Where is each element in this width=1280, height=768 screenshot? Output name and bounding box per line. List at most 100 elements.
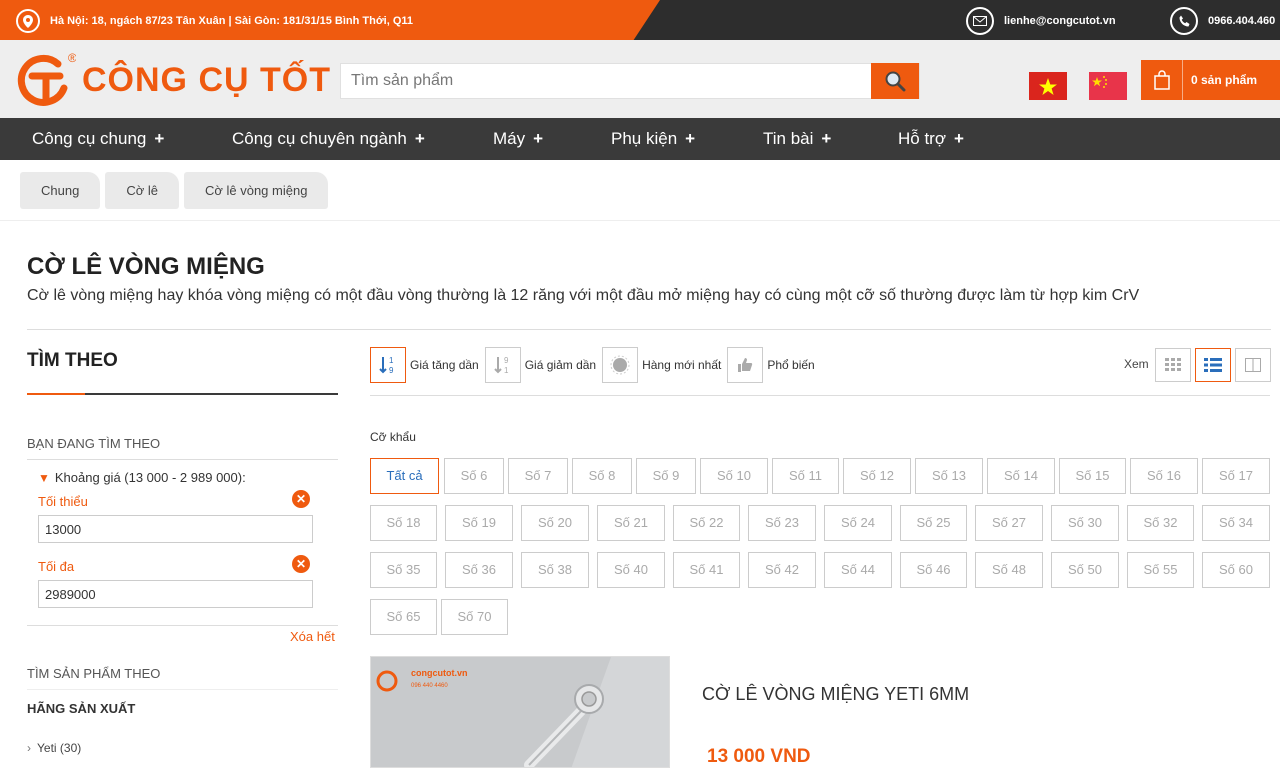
nav-label: Công cụ chuyên ngành: [232, 129, 407, 148]
size-chip[interactable]: Số 40: [597, 552, 665, 588]
size-chip[interactable]: Số 41: [673, 552, 740, 588]
size-chip[interactable]: Số 46: [900, 552, 967, 588]
category-description: Cờ lê vòng miệng hay khóa vòng miệng có …: [27, 287, 1140, 304]
sort-option-label[interactable]: Phổ biến: [767, 358, 814, 372]
size-chip[interactable]: Số 12: [843, 458, 911, 494]
size-chip[interactable]: Số 15: [1059, 458, 1126, 494]
clear-all-link[interactable]: Xóa hết: [290, 629, 335, 644]
breadcrumb-item[interactable]: Cờ lê: [105, 172, 179, 209]
size-chip[interactable]: Số 16: [1130, 458, 1198, 494]
product-price: 13 000 VND: [707, 746, 811, 767]
new-icon[interactable]: [602, 347, 639, 383]
sort-desc-icon[interactable]: 91: [484, 347, 521, 383]
sort-option-label[interactable]: Hàng mới nhất: [642, 358, 721, 372]
svg-text:1: 1: [389, 356, 394, 365]
size-chip[interactable]: Số 70: [441, 599, 508, 635]
brand-item-yeti[interactable]: › Yeti (30): [27, 741, 81, 755]
filter-icon: ▼: [38, 470, 50, 485]
nav-label: Phụ kiện: [611, 129, 678, 148]
search-input[interactable]: [341, 64, 871, 98]
grid-view-icon[interactable]: [1155, 348, 1191, 382]
size-chip[interactable]: Số 42: [748, 552, 816, 588]
size-chip[interactable]: Số 11: [772, 458, 839, 494]
sidebar-title: TÌM THEO: [27, 350, 118, 371]
size-chip[interactable]: Số 27: [975, 505, 1043, 541]
nav-label: Tin bài: [763, 129, 814, 148]
size-chip[interactable]: Số 18: [370, 505, 437, 541]
size-chip[interactable]: Tất cả: [370, 458, 439, 494]
size-chip[interactable]: Số 48: [975, 552, 1043, 588]
product-name[interactable]: CỜ LÊ VÒNG MIỆNG YETI 6MM: [702, 684, 969, 705]
nav-item-accessories[interactable]: Phụ kiện +: [611, 118, 695, 160]
size-chip[interactable]: Số 9: [636, 458, 696, 494]
size-chip[interactable]: Số 34: [1202, 505, 1270, 541]
min-price-field[interactable]: [38, 515, 313, 543]
search-box: [340, 63, 920, 99]
wrench-image: congcutot.vn 096 440 4460: [371, 657, 669, 767]
size-chip[interactable]: Số 35: [370, 552, 437, 588]
address-info: Hà Nội: 18, ngách 87/23 Tân Xuân | Sài G…: [16, 9, 413, 33]
svg-text:1: 1: [504, 366, 509, 375]
size-filter-label: Cỡ khẩu: [370, 430, 416, 444]
price-filter: ▼ Khoảng giá (13 000 - 2 989 000): Tối t…: [27, 459, 338, 626]
size-chip[interactable]: Số 44: [824, 552, 892, 588]
size-chip[interactable]: Số 55: [1127, 552, 1194, 588]
size-chip[interactable]: Số 60: [1202, 552, 1270, 588]
breadcrumb-item[interactable]: Chung: [20, 172, 101, 209]
size-chip[interactable]: Số 36: [445, 552, 513, 588]
divider: [0, 220, 1280, 221]
breadcrumb: Chung Cờ lê Cờ lê vòng miệng: [20, 172, 333, 209]
price-range-text: Khoảng giá (13 000 - 2 989 000):: [54, 470, 246, 485]
breadcrumb-item[interactable]: Cờ lê vòng miệng: [183, 172, 329, 209]
sort-option-label[interactable]: Giá tăng dần: [410, 358, 479, 372]
header: ® CÔNG CỤ TỐT 0 sản phẩm: [0, 40, 1280, 118]
size-chip[interactable]: Số 22: [673, 505, 740, 541]
email-contact[interactable]: lienhe@congcutot.vn: [966, 7, 1116, 35]
nav-item-specialized-tools[interactable]: Công cụ chuyên ngành +: [232, 118, 425, 160]
size-chip[interactable]: Số 10: [700, 458, 768, 494]
size-chip[interactable]: Số 38: [521, 552, 589, 588]
size-chip[interactable]: Số 21: [597, 505, 665, 541]
nav-item-support[interactable]: Hỗ trợ +: [898, 118, 964, 160]
size-chip[interactable]: Số 23: [748, 505, 816, 541]
size-chip[interactable]: Số 32: [1127, 505, 1194, 541]
column-view-icon[interactable]: [1235, 348, 1271, 382]
search-button[interactable]: [871, 63, 919, 99]
size-chip[interactable]: Số 19: [445, 505, 513, 541]
phone-contact[interactable]: 0966.404.460: [1170, 7, 1275, 35]
size-chip[interactable]: Số 24: [824, 505, 892, 541]
size-chip[interactable]: Số 25: [900, 505, 967, 541]
size-chip[interactable]: Số 65: [370, 599, 437, 635]
remove-min-icon[interactable]: ✕: [292, 490, 310, 508]
size-chip[interactable]: Số 6: [444, 458, 504, 494]
site-logo[interactable]: ® CÔNG CỤ TỐT: [14, 50, 331, 110]
china-flag-icon[interactable]: [1089, 72, 1127, 100]
size-chip[interactable]: Số 20: [521, 505, 589, 541]
nav-item-general-tools[interactable]: Công cụ chung +: [32, 118, 164, 160]
size-chip[interactable]: Số 13: [915, 458, 983, 494]
thumbs-up-icon[interactable]: [727, 347, 764, 383]
size-chip[interactable]: Số 14: [987, 458, 1055, 494]
nav-item-articles[interactable]: Tin bài +: [763, 118, 831, 160]
cart-button[interactable]: 0 sản phẩm: [1141, 60, 1280, 100]
sort-option-label[interactable]: Giá giảm dần: [525, 358, 596, 372]
plus-icon: +: [821, 129, 832, 148]
size-chip[interactable]: Số 7: [508, 458, 568, 494]
divider: [27, 329, 1271, 330]
search-icon: [885, 71, 906, 92]
email-text[interactable]: lienhe@congcutot.vn: [1004, 15, 1116, 27]
remove-max-icon[interactable]: ✕: [292, 555, 310, 573]
nav-item-machines[interactable]: Máy +: [493, 118, 543, 160]
shopping-bag-icon: [1141, 60, 1183, 100]
sort-asc-icon[interactable]: 19: [370, 347, 406, 383]
size-chip[interactable]: Số 50: [1051, 552, 1119, 588]
size-chip[interactable]: Số 30: [1051, 505, 1119, 541]
max-price-field[interactable]: [38, 580, 313, 608]
vietnam-flag-icon[interactable]: [1029, 72, 1067, 100]
plus-icon: +: [414, 129, 425, 148]
size-chip[interactable]: Số 8: [572, 458, 632, 494]
phone-text[interactable]: 0966.404.460: [1208, 15, 1275, 27]
list-view-icon[interactable]: [1195, 348, 1231, 382]
size-chip[interactable]: Số 17: [1202, 458, 1270, 494]
product-image[interactable]: congcutot.vn 096 440 4460: [370, 656, 670, 768]
